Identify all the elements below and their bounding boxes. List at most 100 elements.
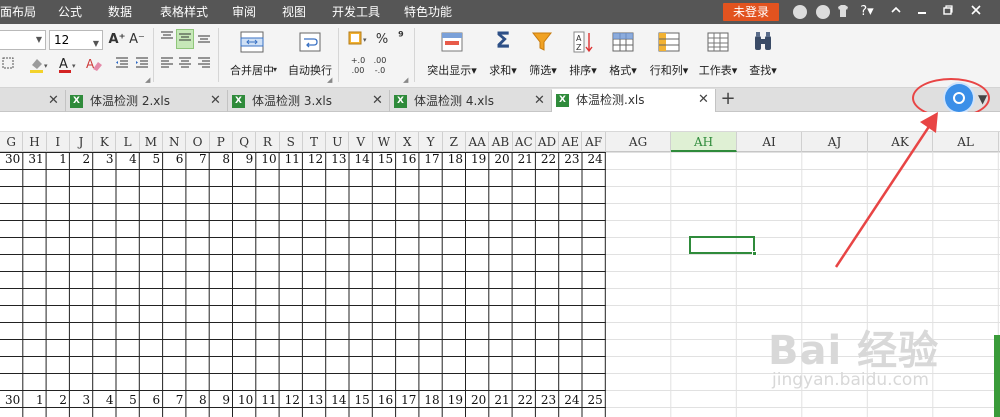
cell-top-z[interactable]: 18 (443, 152, 466, 166)
cell-bottom-aa[interactable]: 20 (466, 393, 489, 407)
merge-dropdown-icon[interactable]: ▾ (270, 60, 280, 80)
menu-data[interactable]: 数据 (108, 0, 132, 24)
cell-bottom-j[interactable]: 3 (70, 393, 93, 407)
column-header-r[interactable]: R (256, 132, 280, 152)
column-header-h[interactable]: H (23, 132, 47, 152)
shirt-icon[interactable] (836, 4, 850, 20)
column-header-w[interactable]: W (373, 132, 397, 152)
cell-top-w[interactable]: 15 (373, 152, 396, 166)
cell-top-t[interactable]: 12 (303, 152, 326, 166)
align-center-icon[interactable] (176, 56, 194, 76)
column-header-s[interactable]: S (280, 132, 303, 152)
cell-bottom-u[interactable]: 14 (326, 393, 349, 407)
cell-bottom-z[interactable]: 19 (443, 393, 466, 407)
number-format-icon[interactable]: ▾ (346, 30, 372, 50)
decimal-decrease-button[interactable]: .00 -.0 (368, 56, 392, 76)
collapse-ribbon-icon[interactable] (888, 4, 904, 20)
column-header-t[interactable]: T (303, 132, 327, 152)
clear-format-icon[interactable]: A (83, 56, 107, 76)
column-header-n[interactable]: N (163, 132, 187, 152)
sum-button[interactable]: Σ 求和▾ (485, 28, 521, 84)
close-icon[interactable] (968, 4, 984, 20)
column-header-ae[interactable]: AE (559, 132, 583, 152)
cell-bottom-t[interactable]: 13 (303, 393, 326, 407)
cell-bottom-p[interactable]: 9 (210, 393, 233, 407)
worksheet-button[interactable]: 工作表▾ (694, 28, 742, 84)
cell-top-u[interactable]: 13 (326, 152, 349, 166)
tab-close-icon[interactable]: ✕ (698, 89, 709, 111)
number-group-launcher[interactable]: ◢ (403, 76, 408, 84)
cell-top-v[interactable]: 14 (350, 152, 373, 166)
column-header-i[interactable]: I (47, 132, 70, 152)
font-shrink-button[interactable]: A⁻ (128, 30, 146, 50)
column-header-k[interactable]: K (93, 132, 117, 152)
align-left-icon[interactable] (158, 56, 176, 76)
column-header-ag[interactable]: AG (606, 132, 672, 152)
column-header-q[interactable]: Q (233, 132, 257, 152)
align-right-icon[interactable] (195, 56, 213, 76)
cell-bottom-l[interactable]: 5 (117, 393, 140, 407)
align-middle-icon[interactable] (176, 29, 194, 49)
column-header-x[interactable]: X (396, 132, 420, 152)
rows-cols-button[interactable]: 行和列▾ (644, 28, 694, 84)
tab-file-4[interactable]: X 体温检测 4.xls ✕ (390, 90, 552, 112)
cell-bottom-o[interactable]: 8 (186, 393, 209, 407)
column-header-l[interactable]: L (117, 132, 140, 152)
column-header-ad[interactable]: AD (536, 132, 560, 152)
find-button[interactable]: 查找▾ (744, 28, 782, 84)
column-header-m[interactable]: M (140, 132, 164, 152)
sort-button[interactable]: AZ 排序▾ (564, 28, 602, 84)
cell-top-i[interactable]: 1 (47, 152, 70, 166)
cell-bottom-q[interactable]: 10 (233, 393, 256, 407)
cell-top-l[interactable]: 4 (117, 152, 140, 166)
menu-table-style[interactable]: 表格样式 (160, 0, 208, 24)
column-header-j[interactable]: J (70, 132, 94, 152)
format-button[interactable]: 格式▾ (604, 28, 642, 84)
column-header-y[interactable]: Y (419, 132, 443, 152)
cell-bottom-y[interactable]: 18 (419, 393, 442, 407)
cell-top-g[interactable]: 30 (0, 152, 23, 166)
cell-bottom-ad[interactable]: 23 (536, 393, 559, 407)
tab-prev-truncated[interactable]: ✕ (0, 90, 66, 112)
cell-top-s[interactable]: 11 (280, 152, 303, 166)
align-top-icon[interactable] (158, 30, 176, 50)
cell-bottom-k[interactable]: 4 (93, 393, 116, 407)
column-header-ab[interactable]: AB (489, 132, 513, 152)
thousands-separator-button[interactable]: ⁹ (394, 28, 408, 48)
cell-bottom-g[interactable]: 30 (0, 393, 23, 407)
column-header-g[interactable]: G (0, 132, 24, 152)
align-bottom-icon[interactable] (195, 30, 213, 50)
active-cell-ah[interactable] (689, 236, 757, 256)
column-header-p[interactable]: P (210, 132, 233, 152)
cell-top-k[interactable]: 3 (93, 152, 116, 166)
font-name-select[interactable]: ▼ (0, 30, 46, 50)
column-header-ai[interactable]: AI (737, 132, 803, 152)
tab-close-icon[interactable]: ✕ (372, 90, 383, 112)
column-header-ah[interactable]: AH (671, 132, 737, 152)
tab-close-icon[interactable]: ✕ (210, 90, 221, 112)
menu-page-layout[interactable]: 面布局 (0, 0, 36, 24)
column-header-u[interactable]: U (326, 132, 350, 152)
cell-top-ac[interactable]: 21 (513, 152, 536, 166)
cell-top-j[interactable]: 2 (70, 152, 93, 166)
border-icon[interactable] (0, 56, 18, 76)
column-header-ac[interactable]: AC (513, 132, 536, 152)
scrollbar-indicator[interactable] (994, 335, 1000, 417)
tab-close-icon[interactable]: ✕ (534, 90, 545, 112)
tab-file-main[interactable]: X 体温检测.xls ✕ (552, 89, 716, 112)
tab-file-2[interactable]: X 体温检测 2.xls ✕ (66, 90, 228, 112)
column-header-aa[interactable]: AA (466, 132, 490, 152)
cell-bottom-v[interactable]: 15 (350, 393, 373, 407)
cell-bottom-ab[interactable]: 21 (489, 393, 512, 407)
cell-bottom-ac[interactable]: 22 (513, 393, 536, 407)
fill-handle[interactable] (752, 251, 757, 256)
cell-top-ae[interactable]: 23 (559, 152, 582, 166)
cell-bottom-n[interactable]: 7 (163, 393, 186, 407)
cell-bottom-h[interactable]: 1 (23, 393, 46, 407)
cell-bottom-i[interactable]: 2 (47, 393, 70, 407)
column-header-v[interactable]: V (350, 132, 373, 152)
filter-button[interactable]: 筛选▾ (524, 28, 562, 84)
highlight-button[interactable]: 突出显示▾ (422, 28, 482, 84)
cell-bottom-ae[interactable]: 24 (559, 393, 582, 407)
menu-developer[interactable]: 开发工具 (332, 0, 380, 24)
